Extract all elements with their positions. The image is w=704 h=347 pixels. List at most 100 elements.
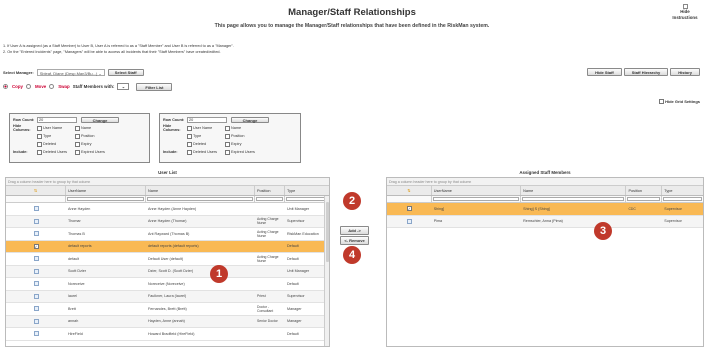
row-checkbox[interactable] bbox=[406, 218, 412, 224]
table-row[interactable]: Noreceive Noreceive (Noreceive) Default bbox=[6, 278, 329, 291]
include-expired-checkbox[interactable] bbox=[225, 149, 230, 155]
hide-deleted-option[interactable]: Deleted bbox=[37, 141, 75, 147]
table-row[interactable]: Thomar Anne Hayden (Thomar) Acting Charge … bbox=[6, 215, 329, 228]
hide-position-checkbox[interactable] bbox=[75, 133, 80, 139]
row-checkbox[interactable] bbox=[33, 318, 39, 324]
vertical-scrollbar[interactable] bbox=[324, 196, 329, 346]
row-checkbox[interactable] bbox=[33, 293, 39, 299]
position-filter-input[interactable] bbox=[256, 197, 283, 201]
row-checkbox[interactable] bbox=[33, 306, 39, 312]
select-staff-button[interactable]: Select Staff bbox=[107, 68, 144, 76]
col-type[interactable]: Type bbox=[285, 186, 326, 195]
hide-type-option[interactable]: Type bbox=[187, 133, 225, 139]
position-filter[interactable] bbox=[626, 196, 663, 202]
username-filter-input[interactable] bbox=[432, 197, 520, 201]
hide-type-checkbox[interactable] bbox=[37, 133, 42, 139]
hide-type-option[interactable]: Type bbox=[37, 133, 75, 139]
copy-radio[interactable] bbox=[3, 84, 8, 89]
filter-list-button[interactable]: Filter List bbox=[136, 82, 173, 91]
username-filter[interactable] bbox=[432, 196, 522, 202]
hide-grid-settings[interactable]: Hide Grid Settings bbox=[659, 99, 700, 104]
hide-position-checkbox[interactable] bbox=[225, 133, 230, 139]
include-deleted-checkbox[interactable] bbox=[187, 149, 192, 155]
hide-username-option[interactable]: User Name bbox=[37, 125, 75, 131]
col-position[interactable]: Position bbox=[626, 186, 663, 195]
staff-hierarchy-button[interactable]: Staff Hierarchy bbox=[623, 68, 669, 76]
name-filter-input[interactable] bbox=[147, 197, 253, 201]
table-row[interactable]: Anne Hayden Anne Hayden (Anne Hayden) Unit… bbox=[6, 203, 329, 216]
row-checkbox[interactable] bbox=[33, 331, 39, 337]
hide-position-option[interactable]: Position bbox=[225, 133, 263, 139]
change-button[interactable]: Change bbox=[231, 117, 269, 123]
change-button[interactable]: Change bbox=[81, 117, 119, 123]
col-position[interactable]: Position bbox=[255, 186, 285, 195]
hide-position-option[interactable]: Position bbox=[75, 133, 113, 139]
hide-name-checkbox[interactable] bbox=[75, 125, 80, 131]
select-all-header[interactable]: ⇅ bbox=[387, 186, 432, 195]
table-row[interactable]: Pima Remschier, Anna (Pima) Supervisor bbox=[387, 215, 703, 228]
row-checkbox[interactable]: ✓ bbox=[406, 206, 412, 212]
name-filter[interactable] bbox=[521, 196, 627, 202]
hide-staff-button[interactable]: Hide Staff bbox=[587, 68, 622, 76]
include-deleted-option[interactable]: Deleted Users bbox=[37, 149, 75, 155]
row-count-input[interactable]: 20 bbox=[187, 117, 227, 123]
hide-deleted-option[interactable]: Deleted bbox=[187, 141, 225, 147]
filter-dropdown[interactable]: ⌄ bbox=[117, 83, 130, 90]
hide-instructions-toggle[interactable]: Hide Instructions bbox=[670, 4, 700, 21]
name-filter[interactable] bbox=[146, 196, 255, 202]
col-name[interactable]: Name bbox=[146, 186, 255, 195]
move-radio[interactable] bbox=[25, 84, 31, 89]
group-by-area[interactable]: Drag a column header here to group by th… bbox=[6, 178, 329, 186]
col-type[interactable]: Type bbox=[662, 186, 703, 195]
select-all-header[interactable]: ⇅ bbox=[6, 186, 66, 195]
row-checkbox[interactable] bbox=[33, 218, 39, 224]
include-expired-option[interactable]: Expired Users bbox=[75, 149, 113, 155]
table-row[interactable]: Thomas B Ant Rayward (Thomas B) Acting Cha… bbox=[6, 228, 329, 241]
row-count-input[interactable]: 20 bbox=[37, 117, 77, 123]
table-row[interactable]: Brett Fernandes, Brett (Brett) Doctor - Co… bbox=[6, 303, 329, 316]
type-filter[interactable] bbox=[662, 196, 703, 202]
row-checkbox[interactable] bbox=[33, 206, 39, 212]
hide-expiry-option[interactable]: Expiry bbox=[225, 141, 263, 147]
table-row[interactable]: default Default User (default) Acting Char… bbox=[6, 253, 329, 266]
name-filter-input[interactable] bbox=[522, 197, 625, 201]
type-filter-input[interactable] bbox=[663, 197, 702, 201]
hide-type-checkbox[interactable] bbox=[187, 133, 192, 139]
hide-name-option[interactable]: Name bbox=[225, 125, 263, 131]
hide-username-checkbox[interactable] bbox=[37, 125, 42, 131]
hide-expiry-checkbox[interactable] bbox=[225, 141, 230, 147]
username-filter[interactable] bbox=[66, 196, 146, 202]
type-filter[interactable] bbox=[285, 196, 326, 202]
position-filter[interactable] bbox=[255, 196, 285, 202]
row-checkbox[interactable] bbox=[33, 231, 39, 237]
add-button[interactable]: Add -> bbox=[340, 226, 369, 235]
hide-expiry-option[interactable]: Expiry bbox=[75, 141, 113, 147]
hide-deleted-checkbox[interactable] bbox=[37, 141, 42, 147]
type-filter-input[interactable] bbox=[286, 197, 325, 201]
include-expired-checkbox[interactable] bbox=[75, 149, 80, 155]
col-name[interactable]: Name bbox=[521, 186, 627, 195]
scrollbar-thumb[interactable] bbox=[325, 202, 329, 262]
row-checkbox[interactable] bbox=[33, 281, 39, 287]
table-row[interactable]: laurel Faulkner, Laura (laurel) Priest Supe… bbox=[6, 290, 329, 303]
hide-name-option[interactable]: Name bbox=[75, 125, 113, 131]
username-filter-input[interactable] bbox=[67, 197, 144, 201]
table-row[interactable]: annah Hayden, Anne (annah) Senior Doctor Ma… bbox=[6, 315, 329, 328]
row-checkbox[interactable] bbox=[33, 256, 39, 262]
manager-dropdown[interactable]: Sbleaf, Diane (Desp.Man3/Bu...) ⌄ bbox=[36, 68, 105, 76]
col-username[interactable]: UserName bbox=[66, 186, 146, 195]
hide-grid-settings-checkbox[interactable] bbox=[659, 99, 665, 104]
hide-name-checkbox[interactable] bbox=[225, 125, 230, 131]
row-checkbox[interactable] bbox=[33, 268, 39, 274]
table-row[interactable]: ✓ default reports default reports (default… bbox=[6, 240, 329, 253]
col-username[interactable]: UserName bbox=[432, 186, 522, 195]
hide-expiry-checkbox[interactable] bbox=[75, 141, 80, 147]
include-deleted-option[interactable]: Deleted Users bbox=[187, 149, 225, 155]
table-row[interactable]: HireField Howard Bradfield (HireField) Def… bbox=[6, 328, 329, 341]
remove-button[interactable]: <- Remove bbox=[340, 236, 369, 245]
include-expired-option[interactable]: Expired Users bbox=[225, 149, 263, 155]
hide-username-option[interactable]: User Name bbox=[187, 125, 225, 131]
include-deleted-checkbox[interactable] bbox=[37, 149, 42, 155]
swap-radio[interactable] bbox=[49, 84, 55, 89]
table-row[interactable]: ✓ Shing] Shing] S (Shing] CDC Supervisor bbox=[387, 203, 703, 216]
